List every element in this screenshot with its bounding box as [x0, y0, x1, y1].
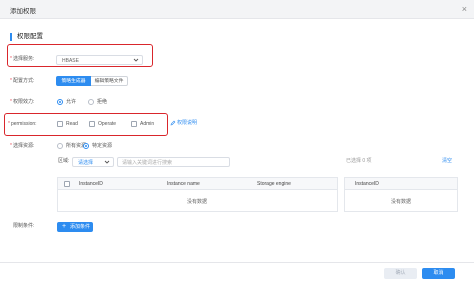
region-select-placeholder: 请选择 — [78, 159, 94, 166]
close-icon[interactable]: × — [462, 3, 467, 15]
resource-table-empty: 没有数据 — [187, 199, 208, 205]
region-select[interactable]: 请选择 — [72, 157, 114, 167]
cancel-button[interactable]: 取消 — [422, 268, 455, 279]
effect-allow-radio[interactable] — [57, 99, 63, 105]
restriction-label: 限制条件: — [13, 223, 35, 229]
plus-icon: + — [62, 223, 67, 230]
add-condition-label: 添加条件 — [70, 224, 91, 230]
chevron-down-icon — [104, 160, 110, 164]
effect-deny-radio[interactable] — [88, 99, 94, 105]
add-condition-button[interactable]: + 添加条件 — [57, 222, 93, 232]
column-header-selected-instance-id: InstanceID — [355, 180, 379, 187]
effect-allow-label: 允许 — [66, 98, 77, 105]
permission-help-link[interactable]: 权限说明 — [177, 120, 197, 127]
chevron-down-icon — [133, 58, 139, 62]
resource-table: InstanceID Instance name Storage engine … — [57, 177, 338, 212]
resource-table-header: InstanceID Instance name Storage engine — [58, 178, 337, 190]
dialog-footer: 确认 取消 — [0, 262, 474, 283]
resource-specific-label: 特定资源 — [92, 142, 113, 149]
service-label: *选择服务: — [10, 56, 35, 62]
permission-label: *permission: — [8, 121, 37, 127]
resource-search-placeholder: 请输入关键词进行搜索 — [122, 159, 173, 166]
config-mode-label: *配置方式: — [10, 78, 35, 84]
resource-search-input[interactable]: 请输入关键词进行搜索 — [117, 157, 230, 167]
permission-read-checkbox[interactable] — [57, 121, 63, 127]
selected-table-empty: 没有数据 — [391, 199, 412, 205]
effect-deny-label: 拒绝 — [97, 98, 108, 105]
column-header-instance-name: Instance name — [167, 180, 200, 187]
pencil-icon — [170, 120, 176, 126]
section-title: 权限配置 — [17, 33, 43, 40]
permission-admin-checkbox[interactable] — [131, 121, 137, 127]
selected-table: InstanceID 没有数据 — [344, 177, 458, 212]
selected-table-header: InstanceID — [345, 178, 457, 190]
region-label: 区域: — [58, 158, 70, 164]
permission-operate-label: Operate — [98, 120, 117, 127]
resource-label: *选择资源: — [10, 143, 35, 149]
service-select-value: HBASE — [62, 57, 79, 64]
config-mode-file-tab[interactable]: 编辑策略文件 — [91, 76, 128, 86]
column-header-storage-engine: Storage engine — [257, 180, 291, 187]
confirm-button[interactable]: 确认 — [384, 268, 417, 279]
select-all-checkbox[interactable] — [64, 180, 70, 187]
clear-selection-link[interactable]: 清空 — [442, 158, 452, 165]
selected-count-text: 已选择 0 项 — [346, 158, 372, 164]
permission-operate-checkbox[interactable] — [89, 121, 95, 127]
section-accent-bar — [10, 33, 12, 41]
service-select[interactable]: HBASE — [56, 55, 143, 65]
dialog-titlebar: 添加权限 × — [0, 0, 474, 19]
resource-all-radio[interactable] — [57, 143, 63, 149]
column-header-instance-id: InstanceID — [79, 180, 103, 187]
dialog-title: 添加权限 — [10, 8, 36, 15]
permission-read-label: Read — [66, 120, 78, 127]
resource-specific-radio[interactable] — [83, 143, 89, 149]
effect-label: *权限效力: — [10, 99, 35, 105]
permission-admin-label: Admin — [140, 120, 155, 127]
config-mode-generator-tab[interactable]: 策略生成器 — [56, 76, 91, 86]
